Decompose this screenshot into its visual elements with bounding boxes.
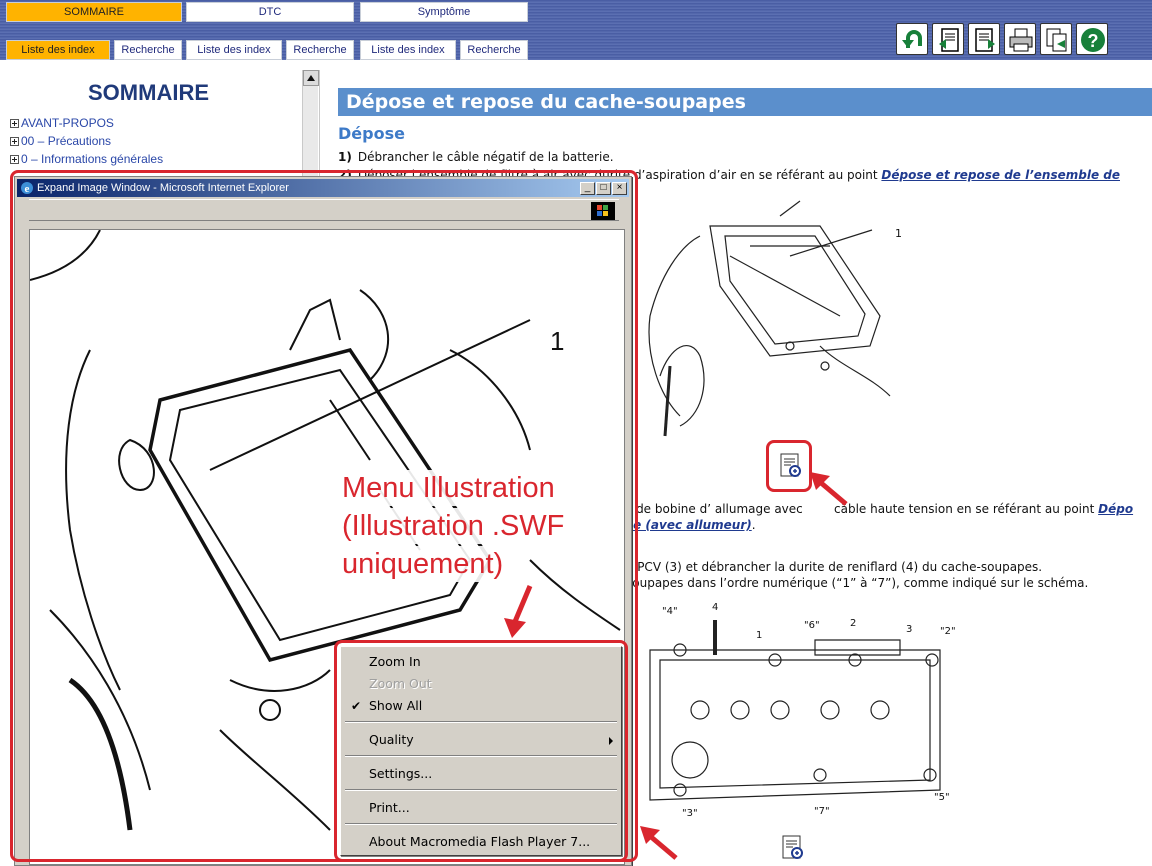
step-text: . <box>751 518 756 532</box>
sidebar-item-label: AVANT-PROPOS <box>21 116 114 130</box>
step-text: câble haute tension en se référant au po… <box>834 502 1099 516</box>
step-link[interactable]: Dépo <box>1098 502 1133 516</box>
step-1: 1) Débrancher le câble négatif de la batt… <box>338 150 614 164</box>
step-text: Débrancher le câble négatif de la batter… <box>357 150 614 164</box>
step-4: e PCV (3) et débrancher la durite de ren… <box>626 560 1042 574</box>
sidebar-item-informations-generales[interactable]: 0 – Informations générales <box>10 152 163 166</box>
step-3-continued: câble haute tension en se référant au po… <box>834 502 1133 516</box>
subtab-liste-des-index-1[interactable]: Liste des index <box>6 40 110 60</box>
back-icon <box>902 30 922 48</box>
callout-4-quoted: "4" <box>662 606 678 617</box>
step-text: e PCV (3) et débrancher la durite de ren… <box>626 560 1043 574</box>
callout-4: 4 <box>712 602 719 613</box>
subtab-liste-des-index-3[interactable]: Liste des index <box>360 40 456 60</box>
subtab-recherche-2[interactable]: Recherche <box>286 40 354 60</box>
callout-3-quoted: "3" <box>682 808 698 819</box>
page-title: Dépose et repose du cache-soupapes <box>338 88 1152 116</box>
back-button[interactable] <box>896 23 928 55</box>
next-page-icon <box>975 28 995 52</box>
context-menu-highlight <box>334 640 628 862</box>
expand-icon[interactable] <box>10 119 19 128</box>
sidebar-item-avant-propos[interactable]: AVANT-PROPOS <box>10 116 114 130</box>
previous-page-button[interactable] <box>932 23 964 55</box>
zoom-image-icon-2[interactable] <box>780 834 806 862</box>
annotation-arrow-icon <box>810 472 848 506</box>
section-heading: Dépose <box>338 124 405 143</box>
engine-illustration[interactable] <box>640 196 900 446</box>
annotation-arrow-icon <box>640 826 678 860</box>
step-3: s de bobine d’ allumage avec <box>626 502 803 516</box>
help-button[interactable]: ? <box>1076 23 1108 55</box>
callout-7-quoted: "7" <box>814 806 830 817</box>
sidebar-title: SOMMAIRE <box>88 80 209 105</box>
step-text: soupapes dans l’ordre numérique (“1” à “… <box>626 576 1089 590</box>
help-icon: ? <box>1081 28 1105 52</box>
expand-icon[interactable] <box>10 155 19 164</box>
callout-5-quoted: "5" <box>934 792 950 803</box>
step-link[interactable]: Dépose et repose de l’ensemble de <box>881 168 1120 182</box>
illustration-label-1: 1 <box>895 227 902 240</box>
step-5: soupapes dans l’ordre numérique (“1” à “… <box>626 576 1088 590</box>
copy-icon <box>1046 28 1067 52</box>
annotation-arrow-icon <box>504 585 533 638</box>
subtab-liste-des-index-2[interactable]: Liste des index <box>186 40 282 60</box>
top-header: SOMMAIRE DTC Symptôme Liste des index Re… <box>0 0 1152 60</box>
tab-sommaire[interactable]: SOMMAIRE <box>6 2 182 22</box>
step-link[interactable]: ce (avec allumeur) <box>626 518 752 532</box>
previous-page-icon <box>939 28 959 52</box>
print-icon <box>1009 28 1033 52</box>
sidebar-item-label: 00 – Précautions <box>21 134 112 148</box>
subtab-recherche-3[interactable]: Recherche <box>460 40 528 60</box>
svg-text:?: ? <box>1088 31 1099 51</box>
screen: SOMMAIRE DTC Symptôme Liste des index Re… <box>0 0 1152 866</box>
print-button[interactable] <box>1004 23 1036 55</box>
tab-dtc[interactable]: DTC <box>186 2 354 22</box>
expand-icon[interactable] <box>10 137 19 146</box>
next-page-button[interactable] <box>968 23 1000 55</box>
callout-2-quoted: "2" <box>940 626 956 637</box>
callout-1: 1 <box>756 630 763 641</box>
step-text: s de bobine d’ allumage avec <box>626 502 803 516</box>
sidebar-item-label: 0 – Informations générales <box>21 152 164 166</box>
tab-symptome[interactable]: Symptôme <box>360 2 528 22</box>
subtab-recherche-1[interactable]: Recherche <box>114 40 182 60</box>
scroll-up-arrow-icon[interactable] <box>303 70 319 86</box>
callout-6-quoted: "6" <box>804 620 820 631</box>
step-3-line-2: ce (avec allumeur). <box>626 518 756 532</box>
copy-button[interactable] <box>1040 23 1072 55</box>
callout-3: 3 <box>906 624 913 635</box>
sidebar-item-precautions[interactable]: 00 – Précautions <box>10 134 111 148</box>
step-number: 1) <box>338 150 352 164</box>
callout-2: 2 <box>850 618 857 629</box>
